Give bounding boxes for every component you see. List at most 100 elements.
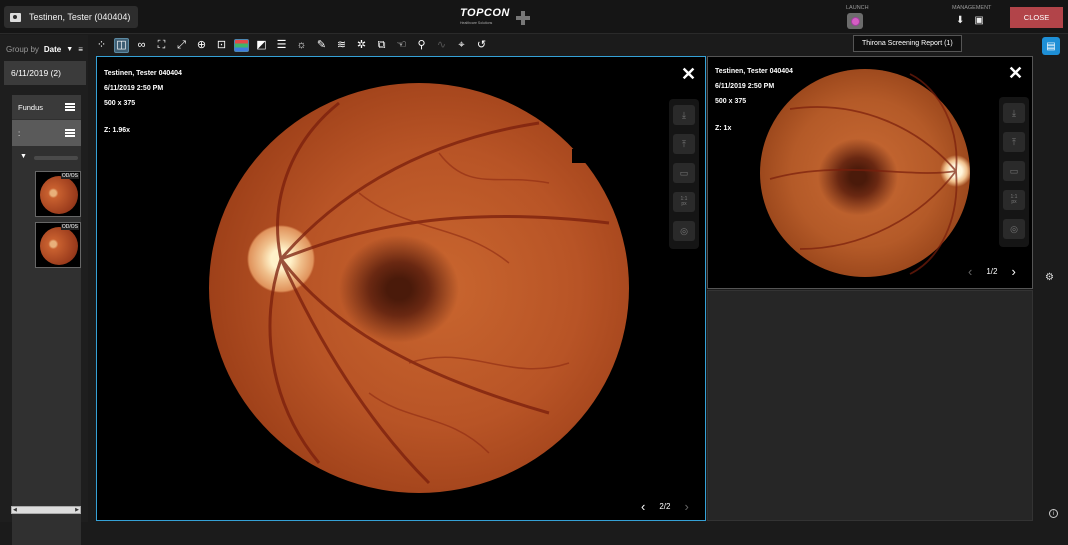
secondary-image-viewer[interactable]: Testinen, Tester 040404 6/11/2019 2:50 P… [707,56,1033,289]
scroll-left-icon[interactable]: ◀ [13,507,17,514]
actual-size-button[interactable]: 1:1 px [1003,190,1025,210]
next-image-icon[interactable]: › [684,500,688,513]
actual-size-unit: px [681,201,687,207]
lines-icon[interactable]: ☰ [274,38,289,53]
save-icon[interactable]: ⤓ [1003,103,1025,123]
launch-tooltip: Thirona Screening Report (1) [853,35,962,52]
3d-icon[interactable]: ▭ [673,163,695,183]
chevron-down-icon[interactable]: ▼ [66,46,73,53]
wave-icon[interactable]: ∿ [434,38,449,53]
expand-icon[interactable]: ⤢ [174,38,189,53]
patient-name: Testinen, Tester 040404 [715,68,793,75]
pen-icon[interactable]: ✎ [314,38,329,53]
image-pager: ‹ 2/2 › [641,500,689,513]
brand-tagline: Healthcare Solutions [460,21,493,25]
filter-icon[interactable]: ≡ [78,45,83,54]
fundus-thumbnail[interactable]: OD/OS [35,222,81,268]
print-icon[interactable]: ▣ [974,15,983,26]
retinal-vessels [268,101,610,485]
patient-label: Testinen, Tester (040404) [29,12,131,22]
hide-overlay-icon[interactable]: ◎ [673,221,695,241]
modality-label: Fundus [18,102,44,112]
viewer-tool-column: ⤓ ⤒ ▭ 1:1 px ◎ [999,97,1029,247]
save-icon[interactable]: ⤓ [673,105,695,125]
topcon-logo: TOPCON Healthcare Solutions [460,8,530,28]
image-list: Fundus : ▼ OD/OS OD/OS [12,95,81,545]
launch-app-button[interactable] [847,13,863,29]
image-info-overlay: Testinen, Tester 040404 6/11/2019 2:50 P… [104,66,182,138]
management-icons: ⬇ ▣ [956,15,984,26]
sub-group-label: : [18,128,21,138]
page-indicator: 2/2 [659,502,671,511]
share-icon[interactable]: ⤒ [673,134,695,154]
contrast-icon[interactable]: ◩ [254,38,269,53]
capture-datetime: 6/11/2019 2:50 PM [104,85,164,92]
hamburger-menu-icon[interactable] [65,129,75,137]
reset-icon[interactable]: ↺ [474,38,489,53]
left-sidebar: Group by Date ▼ ≡ 6/11/2019 (2) Fundus :… [0,35,88,545]
download-icon[interactable]: ⬇ [956,15,964,26]
group-by-control[interactable]: Group by Date ▼ ≡ [6,42,88,56]
previous-image-icon[interactable]: ‹ [968,265,972,278]
date-group-header[interactable]: 6/11/2019 (2) [4,61,86,85]
share-icon[interactable]: ⤒ [1003,132,1025,152]
fullscreen-icon[interactable]: ⛶ [154,38,169,53]
scroll-right-icon[interactable]: ▶ [75,507,79,514]
group-by-value[interactable]: Date [44,45,61,54]
3d-icon[interactable]: ▭ [1003,161,1025,181]
info-icon[interactable]: i [1049,509,1058,518]
hand-icon[interactable]: ☜ [394,38,409,53]
viewer-tool-column: ⤓ ⤒ ▭ 1:1 px ◎ [669,99,699,249]
management-label: MANAGEMENT [952,5,992,11]
top-bar: Testinen, Tester (040404) TOPCON Healthca… [0,0,1068,34]
main-image-viewer[interactable]: Testinen, Tester 040404 6/11/2019 2:50 P… [96,56,706,521]
report-icon[interactable]: ▤ [1042,37,1060,55]
horizontal-scrollbar[interactable]: ◀ ▶ [11,506,81,514]
laterality-badge: OD/OS [60,224,79,230]
patient-card-icon [10,12,21,22]
actual-size-unit: px [1011,199,1017,205]
actual-size-button[interactable]: 1:1 px [673,192,695,212]
right-rail: ▤ ⚙ i [1034,35,1068,522]
close-viewer-icon[interactable]: ✕ [681,65,696,83]
hide-overlay-icon[interactable]: ◎ [1003,219,1025,239]
image-resolution: 500 x 375 [104,100,136,107]
patient-tab[interactable]: Testinen, Tester (040404) [4,6,139,28]
zoom-icon[interactable]: ⊕ [194,38,209,53]
hamburger-menu-icon[interactable] [65,103,75,111]
tree-progress-bar [34,156,78,160]
modality-row[interactable]: Fundus [12,95,81,119]
layers-icon[interactable]: ≋ [334,38,349,53]
compare-icon[interactable]: ⧉ [374,38,389,53]
measure-icon[interactable]: ⌖ [454,38,469,53]
group-by-label: Group by [6,44,39,54]
close-viewer-icon[interactable]: ✕ [1008,64,1023,82]
split-view-icon[interactable]: ◫ [114,37,129,53]
health-cross-icon [515,11,530,25]
page-indicator: 1/2 [986,267,998,276]
grid-layout-icon[interactable]: ⁘ [94,38,109,53]
zoom-level: Z: 1x [715,125,732,132]
pin-icon[interactable]: ⚲ [414,38,429,53]
collapse-triangle-icon[interactable]: ▼ [20,153,27,160]
document-settings-icon[interactable]: ⚙ [1045,272,1054,283]
brightness-icon[interactable]: ☼ [294,38,309,53]
vessel-icon[interactable]: ✲ [354,38,369,53]
image-resolution: 500 x 375 [715,98,747,105]
next-image-icon[interactable]: › [1011,265,1015,278]
previous-image-icon[interactable]: ‹ [641,500,645,513]
fundus-image [40,176,78,214]
image-pager: ‹ 1/2 › [968,265,1016,278]
launch-label: LAUNCH [846,5,869,11]
color-channel-icon[interactable] [234,38,249,52]
image-info-overlay: Testinen, Tester 040404 6/11/2019 2:50 P… [715,64,793,136]
sub-group-row[interactable]: : [12,120,81,146]
close-button[interactable]: CLOSE [1010,7,1063,28]
fundus-thumbnail[interactable]: OD/OS [35,171,81,217]
link-icon[interactable]: ∞ [134,38,149,53]
image-notch [572,149,588,163]
empty-viewer-slot[interactable] [707,290,1033,521]
fit-icon[interactable]: ⊡ [214,38,229,53]
fundus-image-main [209,83,629,493]
fundus-image [40,227,78,265]
